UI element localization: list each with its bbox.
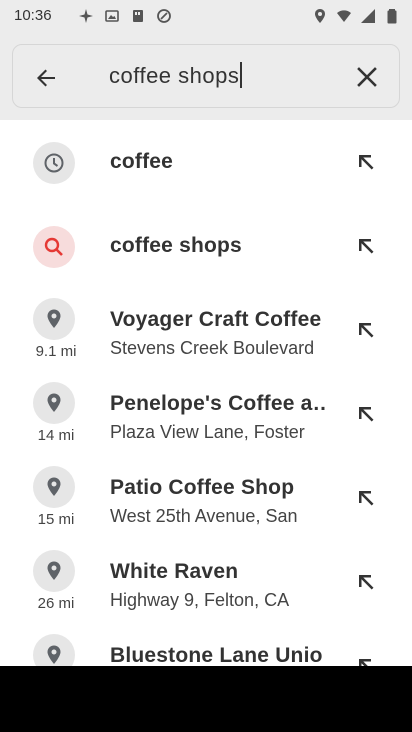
battery-icon [387,9,397,24]
history-icon-badge [33,142,75,184]
north-west-arrow-icon[interactable] [352,484,380,512]
north-west-arrow-icon[interactable] [352,232,380,260]
suggestion-title: coffee [110,150,174,173]
place-pin-icon [47,477,61,496]
search-input[interactable]: coffee shops [109,62,243,89]
storage-icon [133,10,143,22]
place-icon-badge [33,466,75,508]
suggestions-list: coffee coffee shops 9.1 mi Voyager Craft… [0,120,412,666]
wifi-icon [337,10,351,22]
notification-icons [78,8,172,24]
suggestion-title: coffee shops [110,234,242,257]
distance-label: 14 mi [37,427,75,444]
suggestion-title: Bluestone Lane Unio [110,644,323,666]
north-west-arrow-icon[interactable] [352,316,380,344]
keyboard-area [0,666,412,732]
suggestion-subtitle: Plaza View Lane, Foster [110,422,305,442]
suggestion-subtitle: Highway 9, Felton, CA [110,590,290,610]
suggestion-row[interactable]: coffee shops [0,204,412,288]
suggestion-title: Voyager Craft Coffee [110,308,322,331]
back-arrow-icon[interactable] [31,63,61,93]
sparkle-icon [79,9,93,23]
location-icon [315,9,325,23]
distance-label: 9.1 mi [35,343,77,360]
search-icon-badge [33,226,75,268]
search-query: coffee shops [109,63,240,88]
do-not-disturb-icon [157,9,171,23]
suggestion-row[interactable]: coffee [0,120,412,204]
suggestion-subtitle: Stevens Creek Boulevard [110,338,315,358]
text-cursor [240,62,243,88]
place-icon-badge [33,634,75,666]
distance-label: 15 mi [37,511,75,528]
suggestion-title: White Raven [110,560,239,583]
north-west-arrow-icon[interactable] [352,148,380,176]
suggestion-row[interactable]: 15 mi Patio Coffee Shop West 25th Avenue… [0,456,412,540]
place-icon-badge [33,382,75,424]
history-clock-icon [44,153,64,173]
suggestion-subtitle: West 25th Avenue, San [110,506,298,526]
search-bar-area: coffee shops [0,32,412,120]
suggestion-row[interactable]: 26 mi White Raven Highway 9, Felton, CA [0,540,412,624]
suggestion-row[interactable]: 9.1 mi Voyager Craft Coffee Stevens Cree… [0,288,412,372]
suggestion-title: Patio Coffee Shop [110,476,295,499]
place-pin-icon [47,561,61,580]
search-icon [44,237,63,256]
suggestion-row[interactable]: 14 mi Penelope's Coffee a… Plaza View La… [0,372,412,456]
place-icon-badge [33,298,75,340]
place-pin-icon [47,309,61,328]
place-icon-badge [33,550,75,592]
north-west-arrow-icon[interactable] [352,400,380,428]
close-icon[interactable] [353,63,381,91]
status-time: 10:36 [14,7,52,24]
signal-icon [361,9,375,23]
north-west-arrow-icon[interactable] [352,568,380,596]
search-box: coffee shops [12,44,400,108]
place-pin-icon [47,393,61,412]
north-west-arrow-icon[interactable] [352,652,380,666]
system-icons [312,8,400,24]
suggestion-title: Penelope's Coffee a… [110,392,325,415]
status-bar: 10:36 [0,0,412,32]
distance-label: 26 mi [37,595,75,612]
place-pin-icon [47,645,61,664]
suggestion-row[interactable]: Bluestone Lane Unio [0,624,412,666]
photo-icon [105,10,119,22]
